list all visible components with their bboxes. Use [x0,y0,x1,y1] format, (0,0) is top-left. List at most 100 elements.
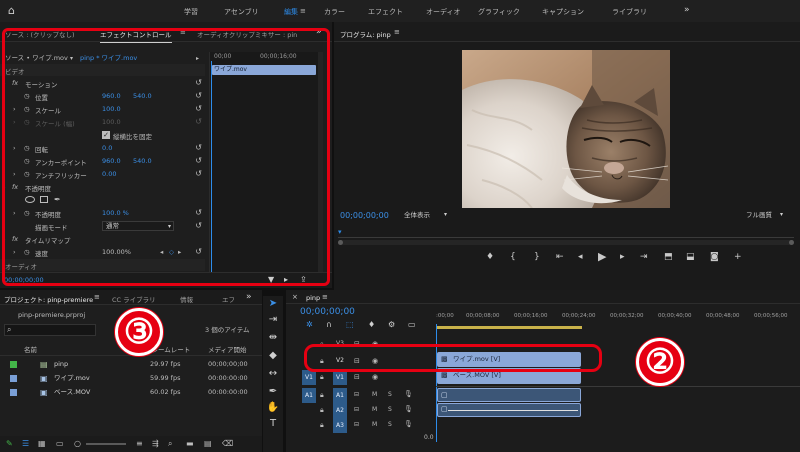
timeline-timecode[interactable]: 00;00;00;00 [300,308,355,317]
list-view-icon[interactable]: ☰ [22,439,29,448]
audio-clip-a1[interactable]: ▢ [437,388,581,402]
mark-in-icon[interactable]: { [510,252,516,262]
sync-lock-icon[interactable]: ⊟ [354,391,359,398]
project-row[interactable]: ▤ pinp 29.97 fps 00;00;00;00 [0,358,262,371]
tab-sequence[interactable]: pinp [306,294,320,302]
solo-icon[interactable]: S [388,391,392,398]
icon-view-icon[interactable]: ▦ [38,439,46,448]
step-back-icon[interactable]: ◂ [578,252,583,262]
zoom-handle-right[interactable] [789,240,794,245]
new-bin-icon[interactable]: ▬ [186,439,194,448]
pencil-icon[interactable]: ✎ [6,439,13,448]
audio-clip-a2[interactable]: ▢ [437,403,581,417]
panel-menu-icon[interactable]: ≡ [394,28,400,36]
program-title[interactable]: プログラム: pinp [340,29,391,39]
settings-wrench-icon[interactable]: ⚙ [388,320,395,329]
ripple-edit-tool-icon[interactable]: ⇹ [266,332,280,343]
solo-icon[interactable]: S [388,421,392,428]
razor-tool-icon[interactable]: ◆ [266,350,280,361]
trash-icon[interactable]: ⌫ [222,439,233,448]
track-name-v1[interactable]: V1 [333,370,347,385]
playhead-marker[interactable]: ▾ [338,228,342,236]
lock-icon[interactable]: 🔒︎ [320,406,324,415]
extract-icon[interactable]: ⬓ [686,252,695,262]
panel-menu-icon[interactable]: ≡ [322,293,328,301]
workspace-edit[interactable]: 編集 [284,7,298,17]
sync-lock-icon[interactable]: ⊟ [354,373,360,381]
type-tool-icon[interactable]: T [266,418,280,429]
tab-info[interactable]: 情報 [180,294,193,304]
snap-icon[interactable]: ✲ [306,320,313,329]
program-video-frame[interactable] [462,50,670,208]
go-to-in-icon[interactable]: ⇤ [556,252,564,262]
workspace-learn[interactable]: 学習 [184,7,198,17]
workspace-captions[interactable]: キャプション [542,7,584,17]
workspace-effects[interactable]: エフェクト [368,7,403,17]
microphone-icon[interactable]: 🎙︎ [404,420,413,428]
eye-icon[interactable]: ◉ [372,373,378,381]
workspace-color[interactable]: カラー [324,7,345,17]
mute-icon[interactable]: M [372,406,377,413]
button-editor-icon[interactable]: + [734,252,742,262]
close-icon[interactable]: × [292,293,298,301]
track-name-a1[interactable]: A1 [333,388,347,403]
track-name-a2[interactable]: A2 [333,403,347,418]
mute-icon[interactable]: M [372,421,377,428]
home-icon[interactable]: ⌂ [8,4,15,17]
step-forward-icon[interactable]: ▸ [620,252,625,262]
mix-label[interactable]: 0.0 [424,435,434,441]
work-area-bar[interactable] [436,326,582,329]
track-name-a3[interactable]: A3 [333,418,347,433]
linked-selection-icon[interactable]: ∩ [326,320,332,329]
lock-icon[interactable]: 🔒︎ [320,391,324,400]
project-search-input[interactable]: ⌕ [4,324,96,336]
find-icon[interactable]: ⌕ [168,439,172,449]
sync-lock-icon[interactable]: ⊟ [354,421,359,428]
project-row[interactable]: ▣ ベース.MOV 60.02 fps 00:00:00:00 [0,386,262,399]
freeform-view-icon[interactable]: ▭ [56,439,64,448]
project-row[interactable]: ▣ ワイプ.mov 59.99 fps 00:00:00:00 [0,372,262,385]
slip-tool-icon[interactable]: ↔ [266,368,280,379]
captions-icon[interactable]: ▭ [408,320,416,329]
lift-icon[interactable]: ⬒ [664,252,673,262]
selection-tool-icon[interactable]: ➤ [266,298,280,309]
mute-icon[interactable]: M [372,391,377,398]
workspace-audio[interactable]: オーディオ [426,7,461,17]
more-panels-icon[interactable]: » [246,292,252,302]
sort-icon[interactable]: ≡ [136,439,143,448]
go-to-out-icon[interactable]: ⇥ [640,252,648,262]
zoom-handle-left[interactable] [338,240,343,245]
marker-icon[interactable]: ♦ [368,320,375,329]
hand-tool-icon[interactable]: ✋ [266,402,280,413]
timeline-ruler[interactable]: :00;00 00;00;08;00 00;00;16;00 00;00;24;… [436,312,800,330]
program-scrubber[interactable]: ▾ [338,228,794,238]
col-start[interactable]: メディア開始 [208,347,247,354]
col-name[interactable]: 名前 [24,347,37,354]
program-zoom-bar[interactable] [338,240,794,245]
lock-icon[interactable]: 🔒︎ [320,421,324,430]
panel-menu-icon[interactable]: ≡ [94,293,100,301]
play-icon[interactable]: ▶ [598,250,606,263]
source-patch-v1[interactable]: V1 [302,370,316,385]
workspace-graphics[interactable]: グラフィック [478,7,520,17]
zoom-select[interactable]: 全体表示 ▾ [402,210,454,221]
nest-icon[interactable]: ⬚ [346,320,354,329]
zoom-out-icon[interactable]: ○ [74,439,81,448]
source-patch-a1[interactable]: A1 [302,388,316,403]
sync-lock-icon[interactable]: ⊟ [354,406,359,413]
add-marker-icon[interactable]: ♦ [486,252,494,262]
new-item-icon[interactable]: ▤ [204,439,212,448]
program-timecode[interactable]: 00;00;00;00 [340,212,389,220]
microphone-icon[interactable]: 🎙︎ [404,405,413,413]
quality-select[interactable]: フル画質 ▾ [744,210,794,221]
track-select-tool-icon[interactable]: ⇥ [266,314,280,325]
workspace-assembly[interactable]: アセンブリ [224,7,259,17]
automate-icon[interactable]: ⇶ [152,439,159,448]
mark-out-icon[interactable]: } [534,252,540,262]
camera-icon[interactable]: ◙ [710,252,719,262]
pen-tool-icon[interactable]: ✒ [266,386,280,397]
more-workspaces-icon[interactable]: » [684,5,690,15]
microphone-icon[interactable]: 🎙︎ [404,390,413,398]
tab-project[interactable]: プロジェクト: pinp-premiere [4,294,93,304]
workspace-menu-icon[interactable]: ≡ [300,7,306,15]
